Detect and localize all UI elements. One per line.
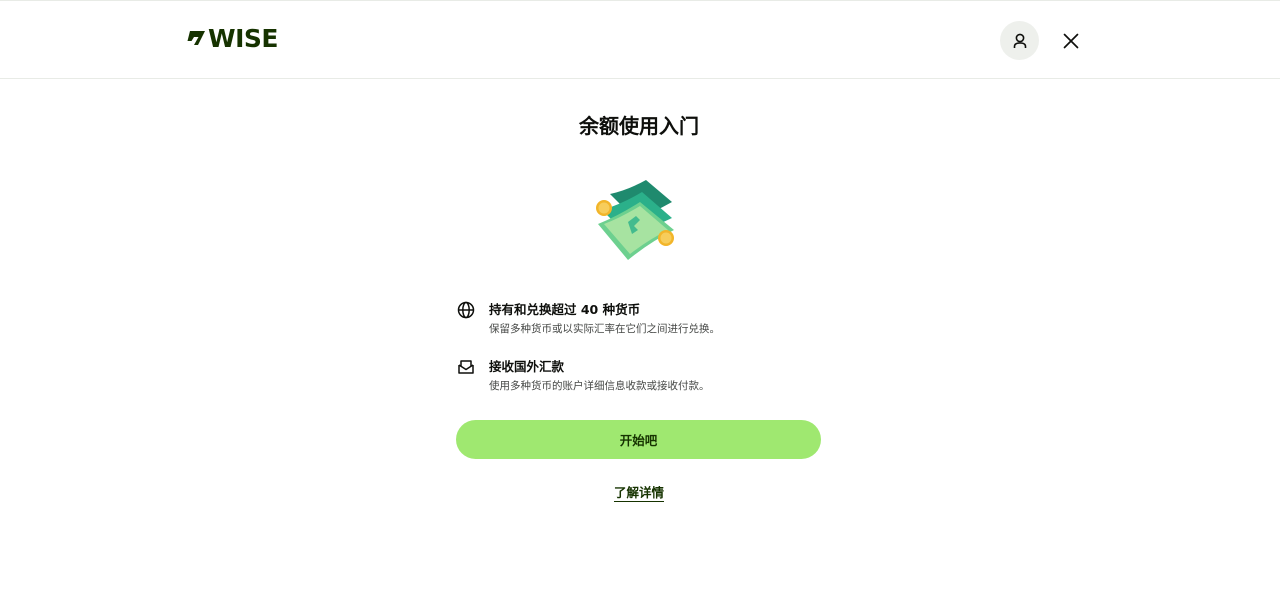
money-banknotes-illustration [596,180,674,260]
globe-icon [457,301,475,319]
profile-button[interactable] [1000,21,1039,60]
feature-description: 使用多种货币的账户详细信息收款或接收付款。 [489,380,710,392]
feature-description: 保留多种货币或以实际汇率在它们之间进行兑换。 [489,323,720,335]
receive-mail-icon [458,360,474,374]
user-icon [1013,33,1026,48]
learn-more-container: 了解详情 [0,482,1278,501]
top-navigation-bar: WISE [0,0,1280,79]
close-button[interactable] [1058,28,1084,54]
wise-logo[interactable]: WISE [186,23,278,53]
get-started-button[interactable]: 开始吧 [456,420,821,459]
feature-title: 接收国外汇款 [489,359,565,374]
wise-flag-icon [187,31,205,45]
learn-more-link[interactable]: 了解详情 [614,485,664,500]
page-title: 余额使用入门 [579,114,699,138]
close-icon [1063,33,1079,49]
logo-wordmark: WISE [208,23,278,53]
feature-title: 持有和兑换超过 40 种货币 [489,302,641,317]
